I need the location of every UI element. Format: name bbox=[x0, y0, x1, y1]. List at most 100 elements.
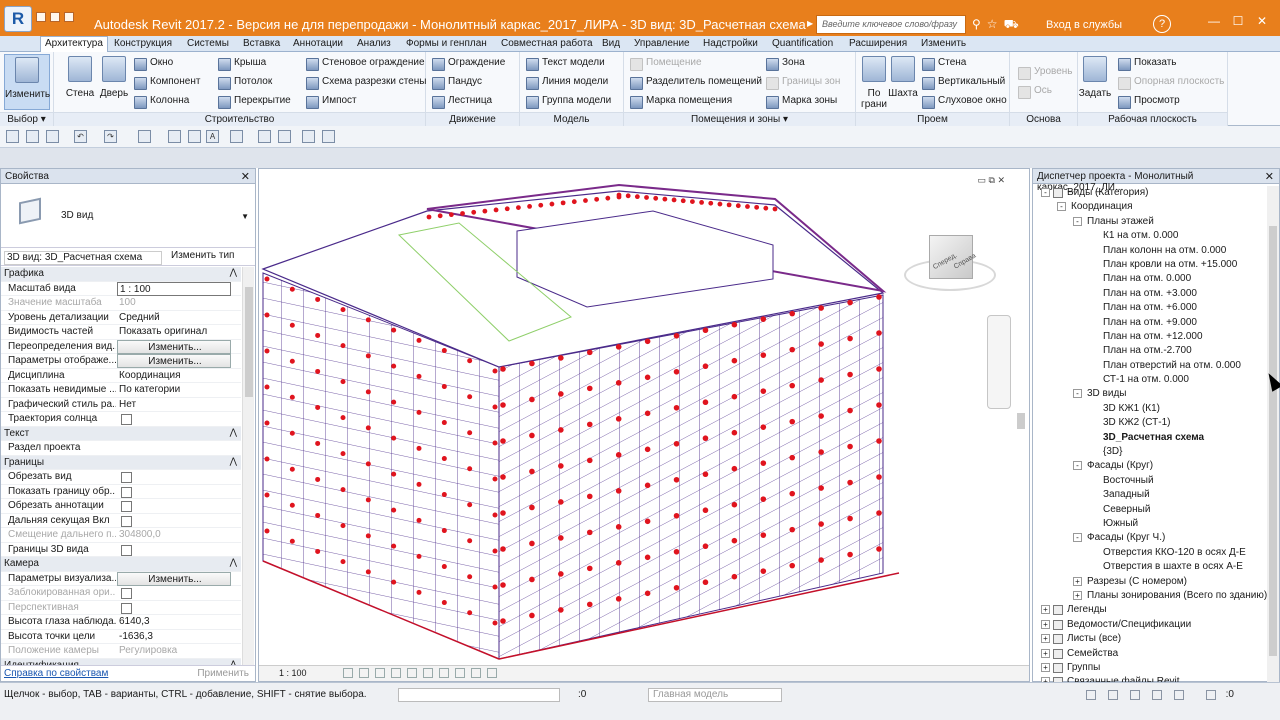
node-marker[interactable] bbox=[644, 590, 651, 597]
node-marker[interactable] bbox=[818, 521, 824, 527]
redo-icon[interactable]: ↷ bbox=[104, 130, 117, 143]
tree-node-label[interactable]: Листы (все) bbox=[1067, 633, 1121, 644]
node-marker[interactable] bbox=[818, 305, 824, 311]
design-option-select[interactable]: Главная модель bbox=[648, 688, 782, 702]
node-marker[interactable] bbox=[702, 363, 709, 370]
node-marker[interactable] bbox=[731, 501, 738, 508]
sync-icon[interactable] bbox=[46, 130, 59, 143]
tree-node-label[interactable]: Фасады (Круг) bbox=[1087, 460, 1153, 471]
node-marker[interactable] bbox=[391, 543, 397, 549]
node-marker[interactable] bbox=[492, 404, 498, 410]
tab-modify[interactable]: Изменить bbox=[917, 37, 970, 50]
node-marker[interactable] bbox=[441, 420, 447, 426]
node-marker[interactable] bbox=[702, 471, 709, 478]
node-marker[interactable] bbox=[760, 316, 767, 322]
node-marker[interactable] bbox=[365, 389, 371, 395]
node-marker[interactable] bbox=[847, 299, 853, 306]
tab-quantification[interactable]: Quantification bbox=[768, 37, 837, 50]
component-button[interactable]: Компонент bbox=[132, 74, 200, 91]
tree-node-label[interactable]: СТ-1 на отм. 0.000 bbox=[1103, 374, 1189, 385]
hide-isolate-icon[interactable] bbox=[471, 668, 481, 678]
node-marker[interactable] bbox=[876, 474, 882, 480]
node-marker[interactable] bbox=[416, 553, 422, 559]
tree-node-label[interactable]: 3D виды bbox=[1087, 388, 1126, 399]
node-marker[interactable] bbox=[763, 205, 769, 211]
node-marker[interactable] bbox=[615, 452, 622, 458]
node-marker[interactable] bbox=[529, 540, 535, 547]
property-value[interactable] bbox=[117, 514, 231, 528]
tree-node-label[interactable]: Ведомости/Спецификации bbox=[1067, 619, 1191, 630]
node-marker[interactable] bbox=[644, 195, 649, 200]
node-marker[interactable] bbox=[644, 338, 651, 345]
tree-node[interactable]: Южный bbox=[1033, 517, 1267, 531]
node-marker[interactable] bbox=[644, 518, 651, 525]
close-icon[interactable]: ✕ bbox=[1265, 170, 1274, 183]
shaft-button[interactable]: Шахта bbox=[888, 54, 918, 110]
node-marker[interactable] bbox=[529, 504, 535, 511]
tree-node-label[interactable]: Фасады (Круг Ч.) bbox=[1087, 532, 1165, 543]
node-marker[interactable] bbox=[876, 438, 882, 444]
expand-icon[interactable]: + bbox=[1073, 576, 1082, 586]
node-marker[interactable] bbox=[340, 379, 346, 385]
tag-icon[interactable] bbox=[188, 130, 201, 143]
node-marker[interactable] bbox=[644, 446, 651, 453]
crop-view-icon[interactable] bbox=[423, 668, 433, 678]
node-marker[interactable] bbox=[529, 396, 535, 403]
node-marker[interactable] bbox=[340, 415, 346, 421]
ceiling-button[interactable]: Потолок bbox=[216, 74, 272, 91]
node-marker[interactable] bbox=[571, 199, 577, 205]
collapse-icon[interactable]: - bbox=[1041, 188, 1050, 197]
node-marker[interactable] bbox=[448, 212, 454, 218]
tree-node-label[interactable]: Отверстия в шахте в осях А-Е bbox=[1103, 561, 1243, 572]
tree-node-label[interactable]: 3D КЖ1 (К1) bbox=[1103, 403, 1160, 414]
node-marker[interactable] bbox=[586, 457, 593, 464]
node-marker[interactable] bbox=[467, 430, 473, 436]
tree-node-label[interactable]: Планы зонирования (Всего по зданию) bbox=[1087, 590, 1267, 601]
node-marker[interactable] bbox=[416, 373, 422, 379]
tree-node[interactable]: План отверстий на отм. 0.000 bbox=[1033, 359, 1267, 373]
tag-room-button[interactable]: Марка помещения bbox=[628, 93, 732, 110]
node-marker[interactable] bbox=[876, 402, 882, 408]
tree-node[interactable]: План колонн на отм. 0.000 bbox=[1033, 244, 1267, 258]
property-group[interactable]: Границы ⋀ bbox=[1, 455, 241, 470]
node-marker[interactable] bbox=[492, 476, 498, 482]
node-marker[interactable] bbox=[315, 368, 321, 374]
collapse-icon[interactable]: ⋀ bbox=[230, 557, 237, 568]
tree-node[interactable]: + Ведомости/Спецификации bbox=[1033, 618, 1267, 632]
tree-node[interactable]: + Семейства bbox=[1033, 647, 1267, 661]
node-marker[interactable] bbox=[702, 399, 709, 406]
node-marker[interactable] bbox=[731, 393, 738, 400]
node-marker[interactable] bbox=[634, 194, 640, 200]
collapse-icon[interactable]: ⋀ bbox=[230, 267, 237, 278]
node-marker[interactable] bbox=[760, 352, 767, 358]
help-icon[interactable]: ? bbox=[1153, 15, 1171, 33]
node-marker[interactable] bbox=[760, 532, 767, 538]
tree-node-label[interactable]: План на отм. 0.000 bbox=[1103, 273, 1191, 284]
node-marker[interactable] bbox=[615, 344, 622, 350]
floor-button[interactable]: Перекрытие bbox=[216, 93, 291, 110]
node-marker[interactable] bbox=[315, 332, 321, 338]
node-marker[interactable] bbox=[818, 485, 824, 491]
node-marker[interactable] bbox=[615, 416, 622, 422]
tree-node[interactable]: План на отм. +3.000 bbox=[1033, 287, 1267, 301]
tab-systems[interactable]: Системы bbox=[183, 37, 233, 50]
node-marker[interactable] bbox=[264, 276, 270, 282]
node-marker[interactable] bbox=[760, 568, 767, 574]
tree-node-label[interactable]: Северный bbox=[1103, 504, 1150, 515]
node-marker[interactable] bbox=[644, 374, 651, 381]
tab-insert[interactable]: Вставка bbox=[239, 37, 284, 50]
select-links-icon[interactable] bbox=[1086, 690, 1096, 700]
node-marker[interactable] bbox=[264, 492, 270, 498]
node-marker[interactable] bbox=[818, 377, 824, 383]
node-marker[interactable] bbox=[560, 200, 566, 206]
node-marker[interactable] bbox=[615, 596, 622, 602]
node-marker[interactable] bbox=[558, 427, 564, 433]
level-button[interactable]: Уровень bbox=[1016, 64, 1073, 81]
node-marker[interactable] bbox=[662, 196, 668, 202]
property-value[interactable] bbox=[117, 499, 231, 513]
undo-icon[interactable]: ↶ bbox=[74, 130, 87, 143]
node-marker[interactable] bbox=[789, 526, 796, 533]
node-marker[interactable] bbox=[391, 435, 397, 441]
tree-node-label[interactable]: Планы этажей bbox=[1087, 216, 1154, 227]
node-marker[interactable] bbox=[653, 195, 659, 201]
